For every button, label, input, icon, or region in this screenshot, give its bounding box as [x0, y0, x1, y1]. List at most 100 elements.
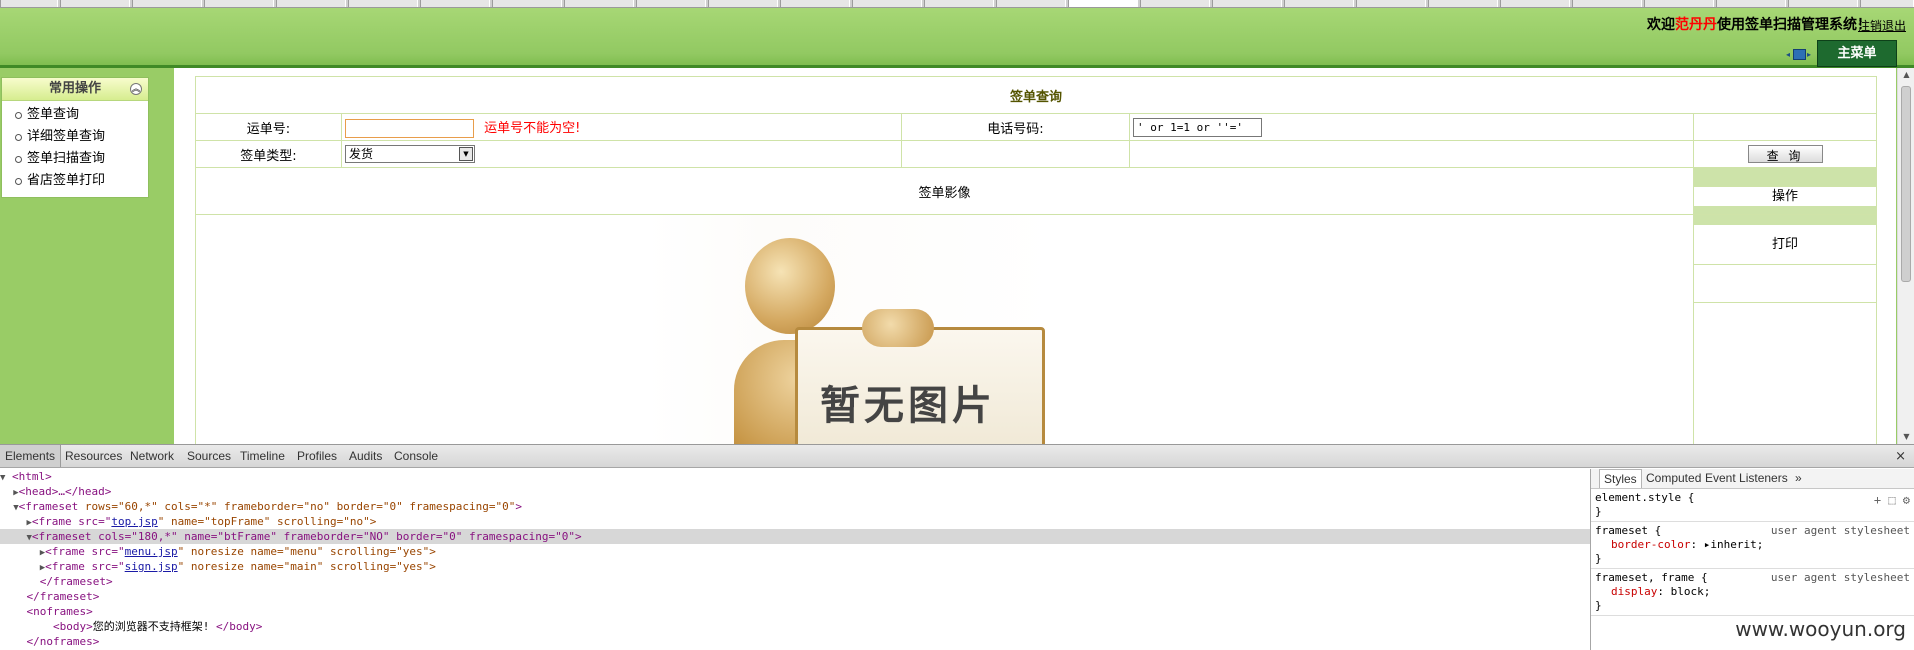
dom-node[interactable]: </frameset>: [0, 589, 1590, 604]
style-rule-frameset-frame[interactable]: frameset, frame { user agent stylesheet …: [1591, 569, 1914, 616]
scroll-up-icon[interactable]: ▲: [1898, 68, 1914, 82]
browser-tab[interactable]: [1428, 0, 1498, 7]
browser-tab[interactable]: [1284, 0, 1354, 7]
browser-tab[interactable]: [1500, 0, 1570, 7]
sign-query-page: 签单查询 运单号: 运单号不能为空! 电话号码: 签单类型: 发货: [174, 68, 1896, 444]
scroll-thumb[interactable]: [1901, 86, 1911, 282]
tab-styles[interactable]: Styles: [1599, 469, 1642, 488]
waybill-label: 运单号:: [195, 113, 342, 141]
menu-item-label: 详细签单查询: [27, 129, 106, 144]
browser-tab[interactable]: [276, 0, 346, 7]
browser-tab[interactable]: [420, 0, 490, 7]
collapse-icon[interactable]: ︽: [130, 83, 142, 95]
browser-tab-active[interactable]: [1068, 0, 1138, 7]
dom-node[interactable]: <noframes>: [0, 604, 1590, 619]
panel-header: 常用操作 ︽: [2, 78, 148, 101]
vertical-scrollbar[interactable]: ▲ ▼: [1897, 68, 1914, 444]
browser-tab[interactable]: [564, 0, 634, 7]
browser-tab[interactable]: [1356, 0, 1426, 7]
browser-tab[interactable]: [132, 0, 202, 7]
browser-tab[interactable]: [0, 0, 58, 7]
dom-node-selected[interactable]: ▼<frameset cols="180,*" name="btFrame" f…: [0, 529, 1590, 544]
browser-tab[interactable]: [492, 0, 562, 7]
tab-profiles[interactable]: Profiles: [292, 445, 342, 467]
tab-sources[interactable]: Sources: [182, 445, 236, 467]
sign-type-select[interactable]: 发货 ▼: [345, 145, 475, 163]
chevron-down-icon[interactable]: ▼: [459, 147, 473, 161]
rule-source: user agent stylesheet: [1770, 524, 1910, 537]
browser-tab[interactable]: [204, 0, 274, 7]
placeholder-text: 暂无图片: [820, 383, 996, 429]
tab-computed[interactable]: Computed: [1642, 469, 1705, 488]
dom-node[interactable]: </frameset>: [0, 574, 1590, 589]
dom-node[interactable]: ▶<frame src="sign.jsp" noresize name="ma…: [0, 559, 1590, 574]
menu-item-detailed-sign-query[interactable]: 详细签单查询: [2, 126, 148, 148]
dom-link[interactable]: sign.jsp: [125, 560, 178, 573]
sign-type-value: 发货: [349, 147, 374, 161]
devtools-toolbar: Elements Resources Network Sources Timel…: [0, 445, 1914, 468]
browser-tab[interactable]: [1140, 0, 1210, 7]
operation-label: 操作: [1694, 186, 1877, 206]
devtools-panel: Elements Resources Network Sources Timel…: [0, 444, 1914, 650]
bullet-icon: [15, 178, 22, 185]
dom-node[interactable]: ▶<head>…</head>: [0, 484, 1590, 499]
browser-tab[interactable]: [780, 0, 850, 7]
query-button[interactable]: 查 询: [1747, 145, 1823, 163]
browser-tab[interactable]: [348, 0, 418, 7]
dom-node[interactable]: ▼ <html>: [0, 469, 1590, 484]
phone-label: 电话号码:: [901, 113, 1130, 141]
print-link[interactable]: 打印: [1694, 225, 1877, 265]
browser-tab[interactable]: [1644, 0, 1714, 7]
browser-tab[interactable]: [636, 0, 706, 7]
browser-tab[interactable]: [1572, 0, 1642, 7]
dom-node[interactable]: ▼<frameset rows="60,*" cols="*" framebor…: [0, 499, 1590, 514]
style-toolbar-icons[interactable]: + ⬚ ⚙: [1874, 493, 1910, 507]
browser-tab-strip: [0, 0, 1914, 8]
menu-frame: 常用操作 ︽ 签单查询 详细签单查询 签单扫描查询 省店签单打印: [0, 68, 174, 444]
dom-node[interactable]: ▶<frame src="menu.jsp" noresize name="me…: [0, 544, 1590, 559]
phone-input[interactable]: [1133, 117, 1262, 137]
tab-elements[interactable]: Elements: [0, 445, 62, 467]
green-band: [1694, 168, 1877, 186]
styles-tabs: Styles Computed Event Listeners »: [1591, 469, 1914, 489]
rule-source: user agent stylesheet: [1770, 571, 1910, 584]
scroll-down-icon[interactable]: ▼: [1898, 430, 1914, 444]
dom-node[interactable]: <body>您的浏览器不支持框架! </body>: [0, 619, 1590, 634]
browser-tab[interactable]: [996, 0, 1066, 7]
user-name: 范丹丹: [1675, 17, 1717, 33]
dom-link[interactable]: top.jsp: [111, 515, 157, 528]
browser-tab[interactable]: [1860, 0, 1914, 7]
close-icon[interactable]: ×: [1895, 449, 1906, 464]
browser-tab[interactable]: [1212, 0, 1282, 7]
dom-tree: ▼ <html> ▶<head>…</head> ▼<frameset rows…: [0, 469, 1590, 650]
sign-image-area: 暂无图片: [196, 215, 1693, 444]
sign-type-label: 签单类型:: [195, 140, 342, 168]
query-cell: 查 询: [1692, 140, 1878, 168]
style-rule-frameset[interactable]: frameset { user agent stylesheet border-…: [1591, 522, 1914, 569]
browser-tab[interactable]: [852, 0, 922, 7]
menu-item-store-sign-print[interactable]: 省店签单打印: [2, 170, 148, 192]
browser-tab[interactable]: [60, 0, 130, 7]
dom-node[interactable]: </noframes>: [0, 634, 1590, 649]
browser-tab[interactable]: [708, 0, 778, 7]
tab-timeline[interactable]: Timeline: [235, 445, 290, 467]
tab-audits[interactable]: Audits: [344, 445, 387, 467]
tab-resources[interactable]: Resources: [60, 445, 127, 467]
tab-console[interactable]: Console: [389, 445, 443, 467]
phone-cell: [1129, 113, 1694, 141]
more-tabs-icon[interactable]: »: [1791, 469, 1806, 488]
browser-tab[interactable]: [1716, 0, 1786, 7]
main-menu-tab[interactable]: 主菜单: [1817, 40, 1897, 67]
tab-network[interactable]: Network: [125, 445, 179, 467]
logout-link[interactable]: 注销退出: [1858, 17, 1906, 34]
menu-item-scan-query[interactable]: 签单扫描查询: [2, 148, 148, 170]
dom-node[interactable]: ▶<frame src="top.jsp" name="topFrame" sc…: [0, 514, 1590, 529]
waybill-input[interactable]: [345, 118, 474, 138]
browser-tab[interactable]: [924, 0, 994, 7]
browser-tab[interactable]: [1788, 0, 1858, 7]
menu-item-sign-query[interactable]: 签单查询: [2, 104, 148, 126]
style-rule-element[interactable]: element.style { } + ⬚ ⚙: [1591, 489, 1914, 522]
menu-toggle-icon[interactable]: ◂ ▸: [1786, 48, 1812, 61]
tab-event-listeners[interactable]: Event Listeners: [1701, 469, 1792, 488]
dom-link[interactable]: menu.jsp: [125, 545, 178, 558]
